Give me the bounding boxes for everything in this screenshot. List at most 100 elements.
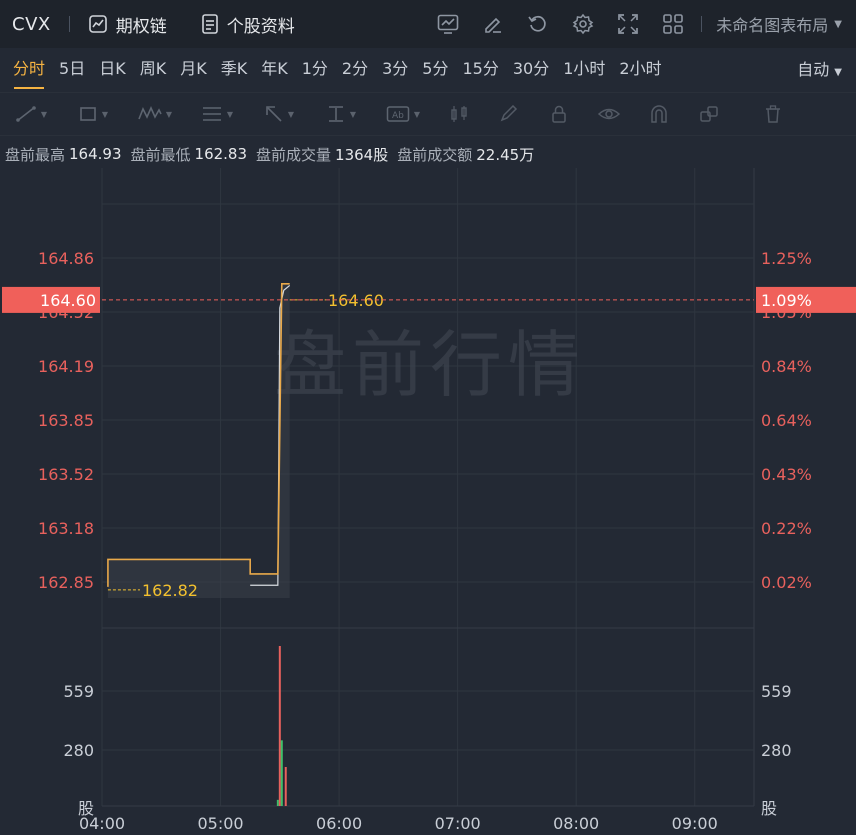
volume-tick-left: 559 [63,682,94,701]
document-icon [201,14,218,34]
edit-button[interactable] [470,14,515,34]
period-tab[interactable]: 年K [254,48,295,92]
premarket-low-label: 盘前最低 [130,145,191,164]
premarket-high-label: 盘前最高 [5,145,66,164]
indicator-tool[interactable] [434,105,484,123]
period-bar: 分时 5日 日K 周K 月K 季K 年K 1分 2分 3分 5分 15分 30分 1小时 2小时 自动 ▼ [0,48,856,92]
period-tab[interactable]: 季K [214,48,255,92]
eye-icon [598,108,620,120]
end-price-label: 164.60 [328,291,384,310]
stock-profile-label: 个股资料 [226,16,295,37]
period-tab[interactable]: 15分 [455,48,505,92]
time-tick-label: 05:00 [197,814,243,833]
clone-tool[interactable] [684,105,734,123]
period-tab[interactable]: 3分 [375,48,415,92]
trash-icon [766,105,780,123]
arrow-tool[interactable]: ▼ [248,105,310,123]
premarket-volume-value: 1364股 [335,145,389,164]
price-tick-label: 164.86 [38,249,94,268]
period-tab[interactable]: 30分 [506,48,556,92]
chart-grid [101,168,755,807]
premarket-low-value: 162.83 [194,145,248,163]
layout-grid-button[interactable] [650,13,695,35]
period-tab[interactable]: 5日 [52,48,92,92]
caret-down-icon: ▼ [287,109,295,119]
pen-icon [500,105,518,122]
caret-down-icon: ▼ [101,109,109,119]
options-chain-icon [88,15,107,33]
options-chain-label: 期权链 [115,16,167,37]
lock-tool[interactable] [534,105,584,123]
delete-tool[interactable] [748,105,798,123]
stock-symbol[interactable]: CVX [12,14,51,35]
measure-icon [328,106,343,122]
time-axis: 04:00 05:00 06:00 07:00 08:00 09:00 [79,814,718,833]
refresh-button[interactable] [515,13,560,35]
period-tab[interactable]: 分时 [6,48,52,92]
start-price-label: 162.82 [142,581,198,600]
magnet-tool[interactable] [634,105,684,123]
pattern-tool[interactable]: ▼ [124,105,186,123]
period-tab[interactable]: 日K [92,48,133,92]
edit-icon [484,17,501,33]
fullscreen-button[interactable] [605,13,650,35]
time-tick-label: 04:00 [79,814,125,833]
layout-name-label: 未命名图表布局 [716,16,829,35]
pct-tick-label: 0.84% [761,357,812,376]
divider [701,16,703,32]
period-tab[interactable]: 1小时 [556,48,612,92]
caret-down-icon: ▼ [40,109,48,119]
price-area-fill [107,283,290,598]
options-chain-button[interactable]: 期权链 [88,12,167,37]
candlestick-icon [451,106,467,122]
volume-bar [278,646,281,806]
price-line [107,282,290,587]
time-tick-label: 08:00 [553,814,599,833]
measure-tool[interactable]: ▼ [310,105,372,123]
caret-down-icon: ▼ [834,18,842,30]
rectangle-tool[interactable]: ▼ [62,105,124,123]
pct-tick-label: 0.64% [761,411,812,430]
chart-type-button[interactable] [425,14,470,34]
auto-scale-selector[interactable]: 自动 ▼ [797,48,842,92]
caret-down-icon: ▼ [413,109,421,119]
premarket-volume-label: 盘前成交量 [256,145,332,164]
caret-down-icon: ▼ [349,109,357,119]
volume-tick-right: 280 [761,741,792,760]
chart-icon [437,14,459,34]
lock-icon [552,105,566,123]
text-tool[interactable]: Ab ▼ [372,105,434,123]
grid-icon [662,14,683,34]
price-tick-label: 164.19 [38,357,94,376]
period-tab[interactable]: 2小时 [612,48,668,92]
volume-bar [276,799,279,806]
stock-profile-button[interactable]: 个股资料 [201,12,295,37]
volume-tick-right: 559 [761,682,792,701]
price-tick-label: 163.85 [38,411,94,430]
period-tab[interactable]: 1分 [295,48,335,92]
layout-selector[interactable]: 未命名图表布局 ▼ [716,12,842,36]
price-tick-label: 162.85 [38,573,94,592]
settings-button[interactable] [560,13,605,35]
top-bar: CVX 期权链 个股资料 未命名图表布局 ▼ [0,0,856,49]
rectangle-icon [80,107,96,121]
arrow-icon [266,106,282,122]
intraday-chart[interactable]: 盘前行情 164.86164.52164.19163.85163.52163.1… [0,168,856,835]
current-price-value: 164.60 [40,291,96,310]
brush-tool[interactable] [484,105,534,123]
premarket-high-value: 164.93 [69,145,122,163]
period-tab[interactable]: 2分 [335,48,375,92]
trendline-tool[interactable]: ▼ [0,105,62,123]
period-tab[interactable]: 周K [133,48,174,92]
pct-tick-label: 1.25% [761,249,812,268]
trendline-icon [16,106,36,122]
refresh-icon [528,15,546,32]
period-tab[interactable]: 月K [173,48,214,92]
current-pct-value: 1.09% [761,291,812,310]
period-tab[interactable]: 5分 [415,48,455,92]
fibonacci-icon [202,107,221,121]
visibility-tool[interactable] [584,105,634,123]
fibonacci-tool[interactable]: ▼ [186,105,248,123]
caret-down-icon: ▼ [226,109,234,119]
chart-watermark: 盘前行情 [274,323,586,407]
